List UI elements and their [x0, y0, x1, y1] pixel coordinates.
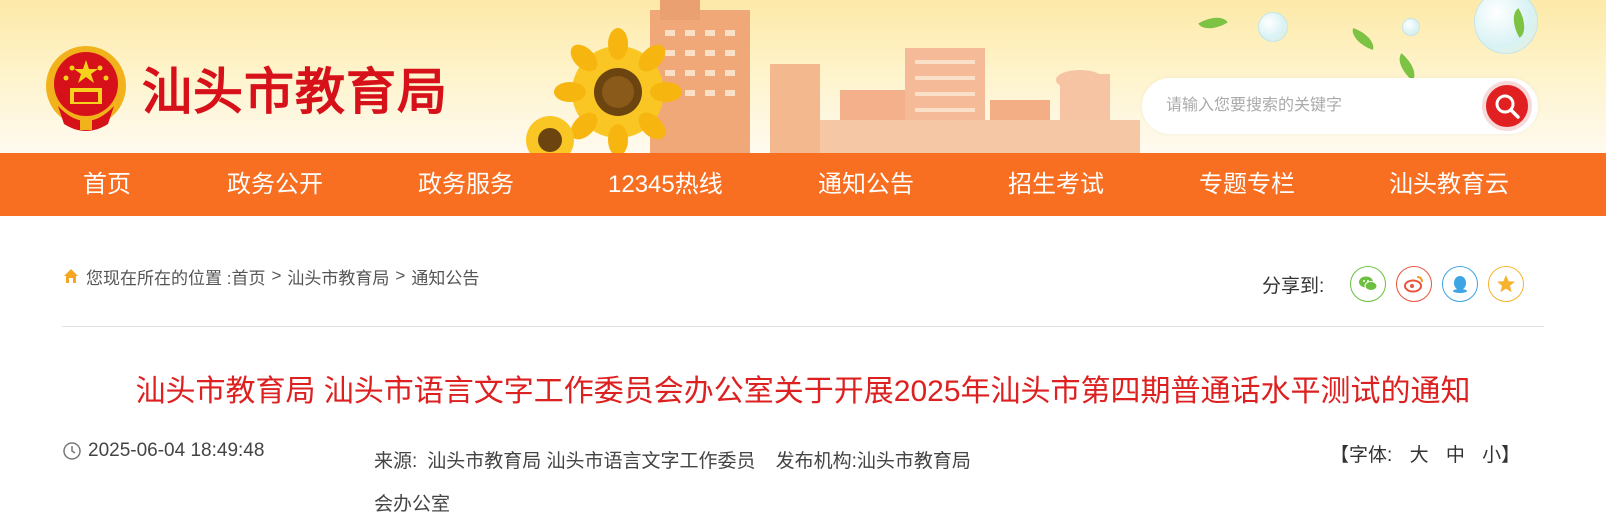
- nav-item-gov-services[interactable]: 政务服务: [418, 153, 514, 216]
- source-label: 来源:: [374, 451, 418, 472]
- publisher-label: 发布机构:: [775, 451, 857, 472]
- breadcrumb: 您现在所在的位置 : 首页 > 汕头市教育局 > 通知公告: [62, 264, 479, 288]
- nav-item-home[interactable]: 首页: [83, 153, 131, 216]
- source-value-cont: 会办公室: [374, 494, 451, 515]
- font-size-label: 【字体:: [1330, 445, 1393, 466]
- share-weibo-button[interactable]: [1396, 266, 1433, 302]
- share-qq-button[interactable]: [1442, 266, 1479, 302]
- nav-item-notices[interactable]: 通知公告: [818, 153, 914, 216]
- nav-item-gov-affairs-open[interactable]: 政务公开: [227, 153, 323, 216]
- publish-date-text: 2025-06-04 18:49:48: [88, 440, 265, 461]
- breadcrumb-prefix: 您现在所在的位置 :: [86, 268, 232, 288]
- weibo-icon: [1404, 276, 1424, 293]
- nav-item-special-topics[interactable]: 专题专栏: [1199, 153, 1295, 216]
- publish-date: 2025-06-04 18:49:48: [62, 440, 264, 462]
- nav-item-education-cloud[interactable]: 汕头教育云: [1389, 153, 1509, 216]
- main-nav: 首页 政务公开 政务服务 12345热线 通知公告 招生考试 专题专栏 汕头教育…: [0, 153, 1606, 216]
- nav-item-hotline[interactable]: 12345热线: [608, 153, 723, 216]
- font-size-medium-button[interactable]: 中: [1446, 445, 1465, 466]
- search-input[interactable]: [1166, 88, 1466, 124]
- clock-icon: [63, 442, 81, 460]
- breadcrumb-bureau[interactable]: 汕头市教育局: [287, 264, 389, 289]
- font-size-large-button[interactable]: 大: [1410, 445, 1429, 466]
- nav-item-admissions[interactable]: 招生考试: [1008, 153, 1104, 216]
- bubble-decoration: [1474, 0, 1538, 54]
- share-bar: 分享到:: [1262, 266, 1525, 302]
- city-skyline-illustration: [526, 0, 1140, 153]
- home-icon: [64, 269, 78, 283]
- divider: [62, 326, 1544, 327]
- source-value: 汕头市教育局 汕头市语言文字工作委员: [427, 451, 756, 472]
- search-button[interactable]: [1482, 81, 1532, 131]
- article-source: 来源: 汕头市教育局 汕头市语言文字工作委员 发布机构:汕头市教育局 会办公室: [374, 440, 1074, 516]
- leaf-decoration: [1392, 53, 1422, 81]
- national-emblem-logo[interactable]: [44, 44, 128, 132]
- breadcrumb-separator: >: [395, 266, 406, 285]
- breadcrumb-notices[interactable]: 通知公告: [411, 264, 479, 289]
- share-label: 分享到:: [1262, 275, 1325, 297]
- share-wechat-button[interactable]: [1350, 266, 1387, 302]
- bubble-decoration: [1402, 18, 1420, 36]
- site-title[interactable]: 汕头市教育局: [142, 52, 448, 124]
- font-size-small-button[interactable]: 小: [1482, 445, 1501, 466]
- qzone-icon: [1497, 275, 1516, 293]
- search-icon: [1495, 94, 1520, 119]
- leaf-decoration: [1198, 10, 1228, 36]
- qq-icon: [1453, 276, 1468, 293]
- site-header: 汕头市教育局: [0, 0, 1606, 153]
- font-size-close: 】: [1501, 445, 1521, 466]
- font-size-switcher: 【字体: 大 中 小】: [1330, 440, 1520, 467]
- wechat-icon: [1359, 276, 1378, 291]
- bubble-decoration: [1258, 12, 1288, 42]
- breadcrumb-home[interactable]: 首页: [231, 264, 265, 289]
- publisher-value: 汕头市教育局: [856, 451, 971, 472]
- breadcrumb-separator: >: [271, 266, 282, 285]
- share-qzone-button[interactable]: [1488, 266, 1525, 302]
- article-title: 汕头市教育局 汕头市语言文字工作委员会办公室关于开展2025年汕头市第四期普通话…: [135, 375, 1471, 408]
- search-box: [1142, 78, 1538, 134]
- leaf-decoration: [1348, 27, 1378, 51]
